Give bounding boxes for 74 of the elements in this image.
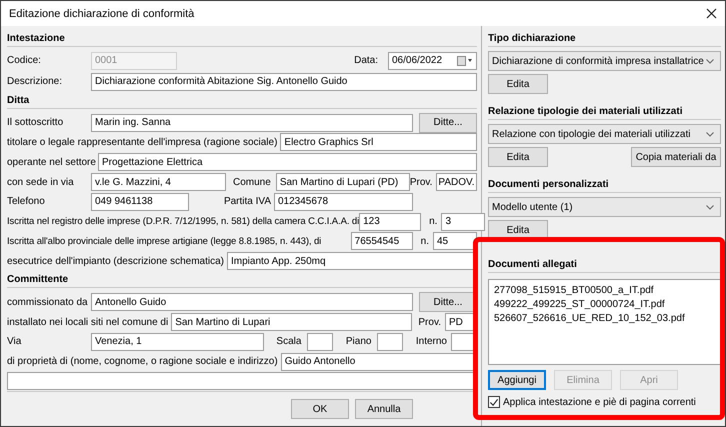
- checkbox-label: Applica intestazione e piè di pagina correnti: [503, 396, 696, 408]
- cancel-button[interactable]: Annulla: [355, 399, 413, 420]
- field-label: Partita IVA: [224, 196, 271, 208]
- section-title: Documenti personalizzati: [488, 176, 721, 193]
- ok-button[interactable]: OK: [291, 399, 349, 420]
- window-title: Editazione dichiarazione di conformità: [9, 8, 194, 20]
- number-field[interactable]: 3: [441, 212, 486, 231]
- field-label: Il sottoscritto: [7, 117, 64, 128]
- date-picker[interactable]: 06/06/2022: [388, 52, 477, 70]
- field-label: installato nei locali siti nel comune di: [7, 316, 168, 328]
- field-label: Iscritta all'albo provinciale delle imprese artigiane (legge 8.8.1985, n. 443), di: [7, 236, 322, 247]
- section-title: Documenti allegati: [488, 256, 721, 273]
- date-value: 06/06/2022: [392, 55, 442, 66]
- section-title: Intestazione: [7, 30, 477, 47]
- attachments-list[interactable]: 277098_515915_BT00500_a_IT.pdf 499222_499225_ST_00000724_IT.pdf 526607_526616_UE_RED_10_152_03.pdf: [488, 279, 721, 365]
- field-label: Piano: [346, 336, 372, 348]
- field-label: commissionato da: [7, 296, 89, 308]
- section-title: Relazione tipologie dei materiali utilizzati: [488, 103, 721, 120]
- calendar-icon[interactable]: [457, 56, 473, 66]
- field-label: Comune: [233, 176, 271, 188]
- description-field[interactable]: Dichiarazione conformità Abitazione Sig. Antonello Guido: [91, 72, 477, 91]
- field-label: Via: [7, 336, 22, 348]
- type-dropdown[interactable]: Dichiarazione di conformità impresa installatrice: [488, 51, 721, 71]
- materials-dropdown[interactable]: Relazione con tipologie dei materiali utilizzati: [488, 124, 721, 144]
- registry-field[interactable]: 76554545: [350, 232, 413, 250]
- attachment-item[interactable]: 526607_526616_UE_RED_10_152_03.pdf: [494, 312, 715, 326]
- client-field[interactable]: Antonello Guido: [91, 293, 413, 312]
- chevron-icon: [706, 58, 714, 64]
- field-label: Iscritta nel registro delle imprese (D.P.R. 7/12/1995, n. 581) della camera C.C.I.A.A. di: [7, 216, 360, 228]
- field-label: Telefono: [7, 196, 46, 208]
- street-field[interactable]: Venezia, 1: [91, 332, 264, 351]
- checkbox[interactable]: [488, 396, 500, 408]
- edit-button[interactable]: Edita: [488, 147, 548, 167]
- registry-field[interactable]: 123: [359, 212, 422, 231]
- section-title: Tipo dichiarazione: [488, 30, 721, 47]
- chevron-icon: [706, 132, 714, 136]
- edit-button[interactable]: Edita: [488, 74, 548, 94]
- field-label: Data:: [354, 55, 378, 66]
- field-label: n.: [429, 216, 438, 228]
- city-field[interactable]: San Martino di Lupari: [171, 313, 412, 332]
- field-label: con sede in via: [7, 176, 75, 188]
- attachment-item[interactable]: 277098_515915_BT00500_a_IT.pdf: [494, 284, 715, 298]
- name-field[interactable]: Marin ing. Sanna: [91, 114, 413, 132]
- companies-button[interactable]: Ditte...: [419, 112, 477, 133]
- field-label: Codice:: [7, 55, 42, 66]
- phone-field[interactable]: 049 9461138: [91, 192, 189, 211]
- city-field[interactable]: San Martino di Lupari (PD): [276, 173, 410, 192]
- address-field[interactable]: v.le G. Mazzini, 4: [91, 173, 226, 192]
- section-title: Ditta: [7, 92, 477, 109]
- number-field[interactable]: 45: [433, 232, 477, 250]
- field-label: Scala: [276, 336, 302, 348]
- section-title: Committente: [7, 271, 477, 288]
- field-label: operante nel settore: [7, 156, 97, 168]
- sector-field[interactable]: Progettazione Elettrica: [98, 153, 477, 172]
- floor-field[interactable]: [377, 332, 404, 351]
- attachment-button[interactable]: Aggiungi: [488, 370, 546, 390]
- checkmark-icon: [489, 397, 499, 408]
- close-icon[interactable]: [706, 8, 717, 19]
- stair-field[interactable]: [307, 332, 334, 351]
- field-label: Descrizione:: [7, 76, 64, 88]
- chevron-icon: [706, 204, 714, 210]
- vat-field[interactable]: 012345678: [274, 192, 413, 211]
- field-label: Interno: [416, 336, 447, 348]
- template-dropdown[interactable]: Modello utente (1): [488, 197, 721, 217]
- field-label: esecutrice dell'impianto (descrizione schematica): [7, 256, 224, 267]
- field-label: titolare o legale rappresentante dell'impresa (ragione sociale): [7, 136, 278, 148]
- copy-materials-button[interactable]: Copia materiali da: [631, 147, 721, 167]
- field-label: Prov.: [410, 176, 432, 188]
- attachment-item[interactable]: 499222_499225_ST_00000724_IT.pdf: [494, 298, 715, 312]
- company-field[interactable]: Electro Graphics Srl: [280, 133, 477, 152]
- province-field[interactable]: PADOV.: [436, 173, 478, 192]
- field-label: Prov.: [418, 316, 441, 328]
- field-label: di proprietà di (nome, cognome, o ragione sociale e indirizzo): [7, 356, 278, 368]
- field-label: n.: [420, 236, 429, 247]
